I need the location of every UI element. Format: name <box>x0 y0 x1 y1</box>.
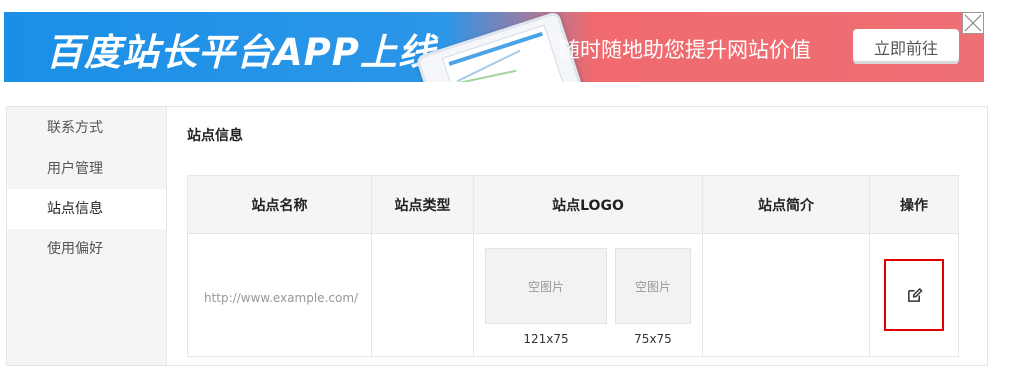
sidebar-item-user-management[interactable]: 用户管理 <box>7 149 166 189</box>
column-header-site-logo: 站点LOGO <box>473 175 703 234</box>
column-header-site-type: 站点类型 <box>371 175 474 234</box>
column-header-site-description: 站点简介 <box>702 175 870 234</box>
edit-icon <box>907 287 922 302</box>
sidebar-item-contact[interactable]: 联系方式 <box>7 107 166 149</box>
sidebar: 联系方式 用户管理 站点信息 使用偏好 <box>7 107 167 365</box>
page-title: 站点信息 <box>187 128 243 144</box>
logo-slot-large: 空图片 121x75 <box>485 248 607 346</box>
logo-placeholder-small: 空图片 <box>615 248 691 324</box>
app-promo-banner[interactable]: 百度站长平台APP上线 随时随地助您提升网站价值 立即前往 <box>4 12 984 82</box>
settings-panel: 联系方式 用户管理 站点信息 使用偏好 站点信息 站点名称 站点类型 站点LOG… <box>6 106 988 366</box>
column-header-actions: 操作 <box>869 175 959 234</box>
logo-slot-small: 空图片 75x75 <box>615 248 691 346</box>
phone-illustration <box>415 12 583 82</box>
logo-size-large: 121x75 <box>523 332 569 346</box>
banner-title: 百度站长平台APP上线 <box>46 31 436 74</box>
sidebar-item-preferences[interactable]: 使用偏好 <box>7 229 166 269</box>
site-info-table: 站点名称 站点类型 站点LOGO 站点简介 操作 http://www.exam… <box>187 175 959 357</box>
main-content: 站点信息 站点名称 站点类型 站点LOGO 站点简介 操作 http://www… <box>167 107 987 365</box>
site-name-cell: http://www.example.com/ <box>187 233 372 357</box>
logo-placeholder-large: 空图片 <box>485 248 607 324</box>
table-header-row: 站点名称 站点类型 站点LOGO 站点简介 操作 <box>187 175 959 234</box>
actions-cell <box>869 233 959 357</box>
sidebar-item-site-info[interactable]: 站点信息 <box>7 189 166 229</box>
banner-slogan: 随时随地助您提升网站价值 <box>559 38 811 62</box>
column-header-site-name: 站点名称 <box>187 175 372 234</box>
site-type-cell <box>371 233 474 357</box>
go-now-button[interactable]: 立即前往 <box>853 29 959 64</box>
logo-size-small: 75x75 <box>634 332 672 346</box>
table-row: http://www.example.com/ 空图片 121x75 空图片 7… <box>187 233 959 357</box>
close-icon <box>964 14 982 32</box>
phone-screen <box>441 24 564 82</box>
site-description-cell <box>702 233 870 357</box>
site-logo-cell: 空图片 121x75 空图片 75x75 <box>473 233 703 357</box>
edit-button[interactable] <box>884 259 944 331</box>
close-banner-button[interactable] <box>962 12 984 34</box>
